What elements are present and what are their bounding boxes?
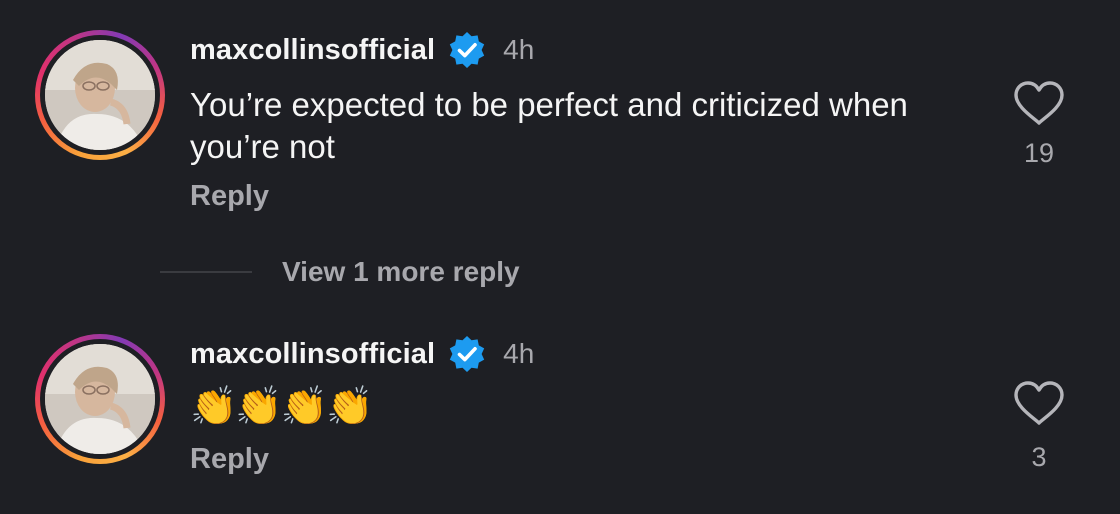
reply-thread-divider xyxy=(160,271,252,273)
heart-outline-icon[interactable] xyxy=(1012,380,1066,426)
like-count: 19 xyxy=(1023,138,1055,168)
comment-header: maxcollinsofficial 4h xyxy=(190,30,534,70)
avatar-border xyxy=(40,35,160,155)
timestamp: 4h xyxy=(503,338,535,369)
username[interactable]: maxcollinsofficial xyxy=(190,338,435,371)
comment-text: You’re expected to be perfect and critic… xyxy=(190,86,908,165)
view-more-replies-button[interactable]: View 1 more reply xyxy=(160,250,520,294)
comment: maxcollinsofficial 4h 👏👏👏👏 Reply 3 xyxy=(0,320,1120,514)
comment-header: maxcollinsofficial 4h xyxy=(190,334,534,374)
comments-thread: maxcollinsofficial 4h You’re expected to… xyxy=(0,0,1120,514)
avatar-photo xyxy=(45,40,155,150)
avatar[interactable] xyxy=(35,30,165,160)
comment-text: 👏👏👏👏 xyxy=(190,386,373,428)
like-count: 3 xyxy=(1031,442,1047,472)
username[interactable]: maxcollinsofficial xyxy=(190,34,435,67)
avatar-photo xyxy=(45,344,155,454)
reply-button[interactable]: Reply xyxy=(190,180,269,213)
comment: maxcollinsofficial 4h You’re expected to… xyxy=(0,0,1120,240)
avatar[interactable] xyxy=(35,334,165,464)
reply-button[interactable]: Reply xyxy=(190,443,269,476)
view-more-replies-label: View 1 more reply xyxy=(282,256,520,287)
avatar-border xyxy=(40,339,160,459)
timestamp: 4h xyxy=(503,34,535,65)
verified-badge-icon xyxy=(449,32,485,68)
heart-outline-icon[interactable] xyxy=(1012,80,1066,126)
verified-badge-icon xyxy=(449,336,485,372)
